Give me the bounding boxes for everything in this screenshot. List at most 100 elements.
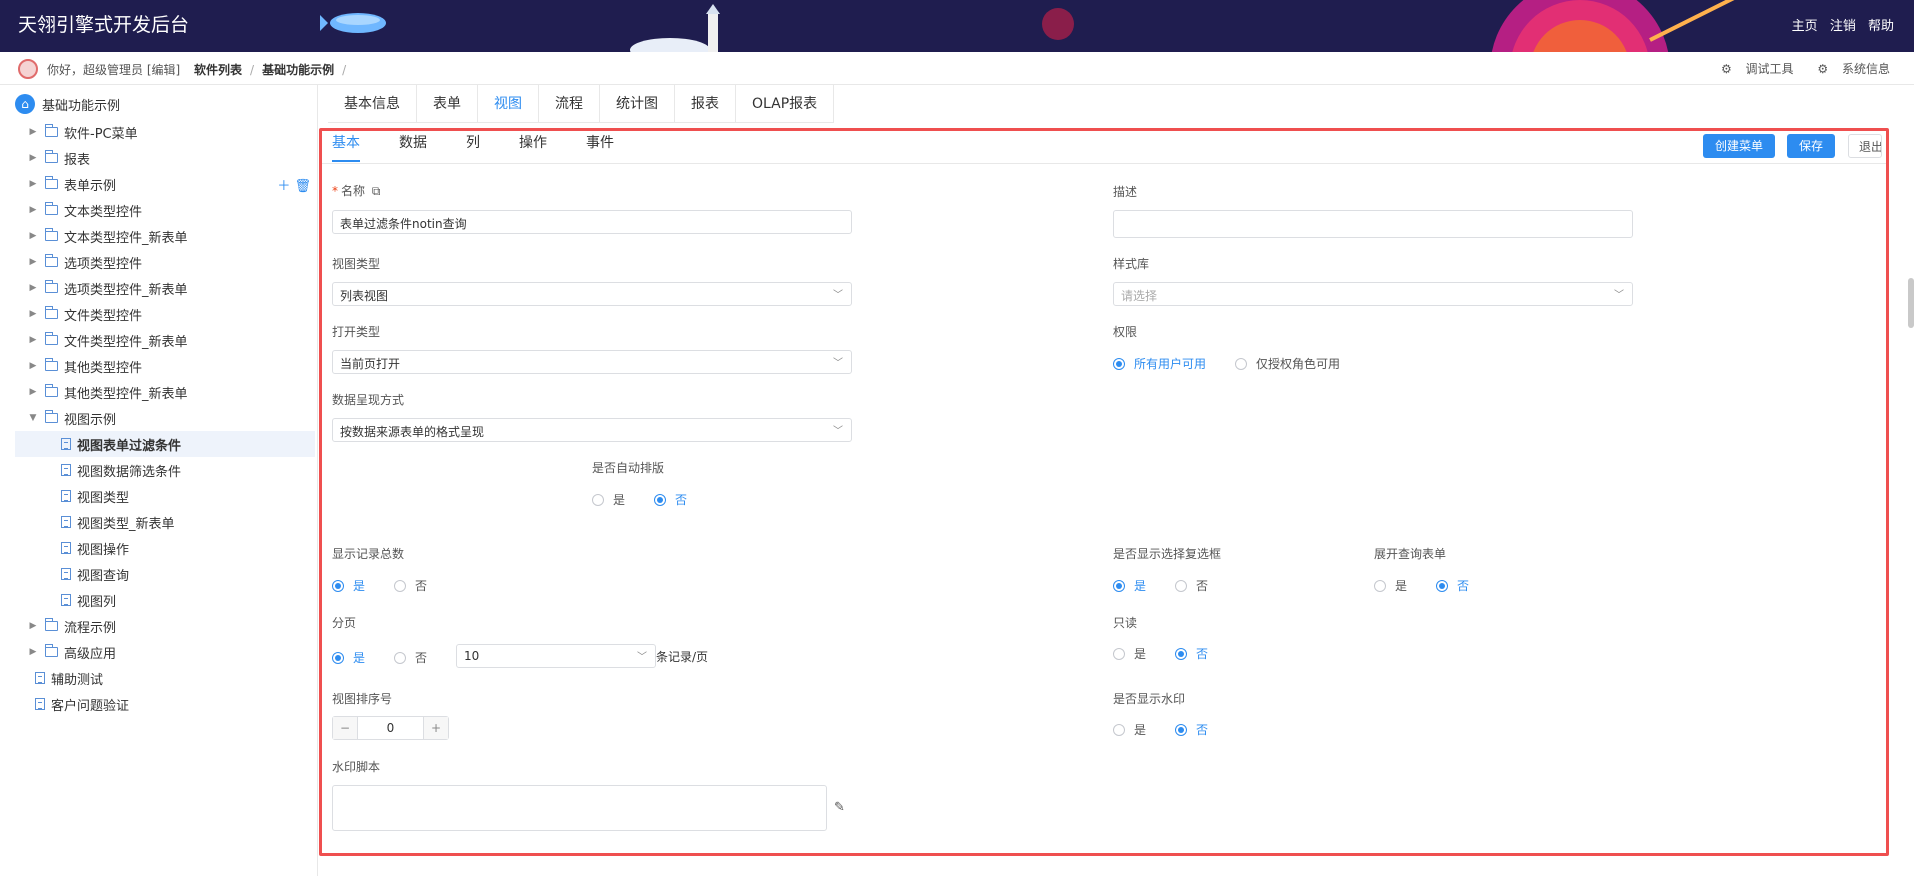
- caret-right-icon[interactable]: ▶: [27, 361, 39, 371]
- caret-right-icon[interactable]: ▶: [27, 335, 39, 345]
- tree-item[interactable]: ▶ 文件类型控件: [15, 301, 315, 327]
- caret-right-icon[interactable]: ▶: [27, 231, 39, 241]
- view-tab[interactable]: 视图: [478, 85, 539, 123]
- tree-item[interactable]: 视图列: [15, 587, 315, 613]
- view-tab[interactable]: 统计图: [600, 85, 675, 123]
- increment-button[interactable]: +: [424, 717, 448, 739]
- paging-no-radio[interactable]: 否: [394, 649, 427, 666]
- perm-all-users-radio[interactable]: 所有用户可用: [1113, 355, 1206, 372]
- tree-item[interactable]: 视图类型_新表单: [15, 509, 315, 535]
- caret-right-icon[interactable]: ▶: [27, 179, 39, 189]
- paging-yes-radio[interactable]: 是: [332, 649, 365, 666]
- desc-textarea[interactable]: [1113, 210, 1633, 238]
- tree-item[interactable]: 视图数据筛选条件: [15, 457, 315, 483]
- tree-item[interactable]: ▶ 高级应用: [15, 639, 315, 665]
- tree-item[interactable]: ▶ 文件类型控件_新表单: [15, 327, 315, 353]
- auto-layout-no-radio[interactable]: 否: [654, 491, 687, 508]
- exit-button[interactable]: 退出: [1848, 134, 1882, 158]
- name-label: * 名称 ⧉: [332, 182, 380, 199]
- tree-item[interactable]: ▶ 文本类型控件: [15, 197, 315, 223]
- avatar[interactable]: [18, 59, 38, 79]
- tree-item-label: 视图类型_新表单: [77, 516, 175, 532]
- tree-item[interactable]: ▶ 其他类型控件_新表单: [15, 379, 315, 405]
- wm-script-textarea[interactable]: [332, 785, 827, 831]
- readonly-no-radio[interactable]: 否: [1175, 645, 1208, 662]
- tree-item[interactable]: ▼ 视图示例: [15, 405, 315, 431]
- caret-right-icon[interactable]: ▶: [27, 309, 39, 319]
- watermark-no-radio[interactable]: 否: [1175, 721, 1208, 738]
- show-checkbox-yes-radio[interactable]: 是: [1113, 577, 1146, 594]
- save-button[interactable]: 保存: [1787, 134, 1836, 158]
- system-info-link[interactable]: ⚙ 系统信息: [1807, 62, 1890, 76]
- view-tab[interactable]: 表单: [417, 85, 478, 123]
- readonly-yes-radio[interactable]: 是: [1113, 645, 1146, 662]
- copy-icon[interactable]: ⧉: [372, 184, 381, 198]
- tree-item[interactable]: ▶ 选项类型控件: [15, 249, 315, 275]
- show-total-yes-radio[interactable]: 是: [332, 577, 365, 594]
- tree-root[interactable]: ⌂ 基础功能示例: [15, 93, 120, 115]
- caret-right-icon[interactable]: ▶: [27, 257, 39, 267]
- inner-tab[interactable]: 数据: [399, 132, 427, 162]
- style-lib-select[interactable]: 请选择 ﹀: [1113, 282, 1633, 306]
- auto-layout-yes-radio[interactable]: 是: [592, 491, 625, 508]
- caret-right-icon[interactable]: ▶: [27, 153, 39, 163]
- caret-right-icon[interactable]: ▶: [27, 647, 39, 657]
- tree-item[interactable]: ▶ 文本类型控件_新表单: [15, 223, 315, 249]
- watermark-yes-radio[interactable]: 是: [1113, 721, 1146, 738]
- order-value[interactable]: 0: [357, 717, 424, 739]
- caret-right-icon[interactable]: ▶: [27, 387, 39, 397]
- page-scrollbar[interactable]: [1908, 278, 1914, 328]
- tree-item[interactable]: 视图表单过滤条件: [15, 431, 315, 457]
- tree-item[interactable]: 视图类型: [15, 483, 315, 509]
- page-size-select[interactable]: 10 ﹀: [456, 644, 656, 668]
- name-input[interactable]: 表单过滤条件notin查询: [332, 210, 852, 234]
- breadcrumb-item-software-list[interactable]: 软件列表: [194, 63, 242, 77]
- expand-query-no-radio[interactable]: 否: [1436, 577, 1469, 594]
- debug-tool-link[interactable]: ⚙ 调试工具: [1711, 62, 1794, 76]
- edit-icon[interactable]: ✎: [834, 800, 845, 815]
- open-type-select[interactable]: 当前页打开 ﹀: [332, 350, 852, 374]
- tree-item[interactable]: 视图操作: [15, 535, 315, 561]
- show-checkbox-no-radio[interactable]: 否: [1175, 577, 1208, 594]
- caret-right-icon[interactable]: ▶: [27, 205, 39, 215]
- present-select[interactable]: 按数据来源表单的格式呈现 ﹀: [332, 418, 852, 442]
- user-greeting[interactable]: 你好，超级管理员 [编辑]: [47, 61, 180, 78]
- view-type-select[interactable]: 列表视图 ﹀: [332, 282, 852, 306]
- inner-tab[interactable]: 列: [466, 132, 480, 162]
- create-menu-button[interactable]: 创建菜单: [1703, 134, 1776, 158]
- caret-down-icon[interactable]: ▼: [27, 413, 39, 423]
- tab-divider: [322, 163, 1886, 164]
- tree-item[interactable]: ▶ 选项类型控件_新表单: [15, 275, 315, 301]
- tree-item[interactable]: 客户问题验证: [15, 691, 315, 717]
- show-total-no-radio[interactable]: 否: [394, 577, 427, 594]
- tree-item[interactable]: ▶ 表单示例 ＋ 🗑: [15, 171, 315, 197]
- view-tab[interactable]: 基本信息: [328, 85, 417, 123]
- tree-item[interactable]: 辅助测试: [15, 665, 315, 691]
- folder-icon: [45, 228, 58, 241]
- tree-item[interactable]: ▶ 软件-PC菜单: [15, 119, 315, 145]
- perm-authorized-roles-radio[interactable]: 仅授权角色可用: [1235, 355, 1340, 372]
- view-tab[interactable]: OLAP报表: [736, 85, 835, 123]
- delete-icon[interactable]: 🗑: [294, 179, 311, 194]
- inner-tab[interactable]: 基本: [332, 132, 360, 162]
- caret-right-icon[interactable]: ▶: [27, 127, 39, 137]
- tree-item[interactable]: 视图查询: [15, 561, 315, 587]
- add-icon[interactable]: ＋: [277, 179, 290, 194]
- tree-item[interactable]: ▶ 报表: [15, 145, 315, 171]
- view-type-label: 视图类型: [332, 257, 381, 271]
- style-lib-placeholder: 请选择: [1121, 289, 1158, 303]
- caret-right-icon[interactable]: ▶: [27, 621, 39, 631]
- view-tab[interactable]: 流程: [539, 85, 600, 123]
- help-link[interactable]: 帮助: [1868, 19, 1894, 34]
- view-tab[interactable]: 报表: [675, 85, 736, 123]
- decrement-button[interactable]: −: [333, 717, 357, 739]
- logout-link[interactable]: 注销: [1830, 19, 1856, 34]
- tree-item[interactable]: ▶ 流程示例: [15, 613, 315, 639]
- breadcrumb-item-basic-demo[interactable]: 基础功能示例: [262, 63, 334, 77]
- expand-query-yes-radio[interactable]: 是: [1374, 577, 1407, 594]
- caret-right-icon[interactable]: ▶: [27, 283, 39, 293]
- tree-item[interactable]: ▶ 其他类型控件: [15, 353, 315, 379]
- inner-tab[interactable]: 操作: [519, 132, 547, 162]
- home-link[interactable]: 主页: [1792, 19, 1818, 34]
- inner-tab[interactable]: 事件: [586, 132, 614, 162]
